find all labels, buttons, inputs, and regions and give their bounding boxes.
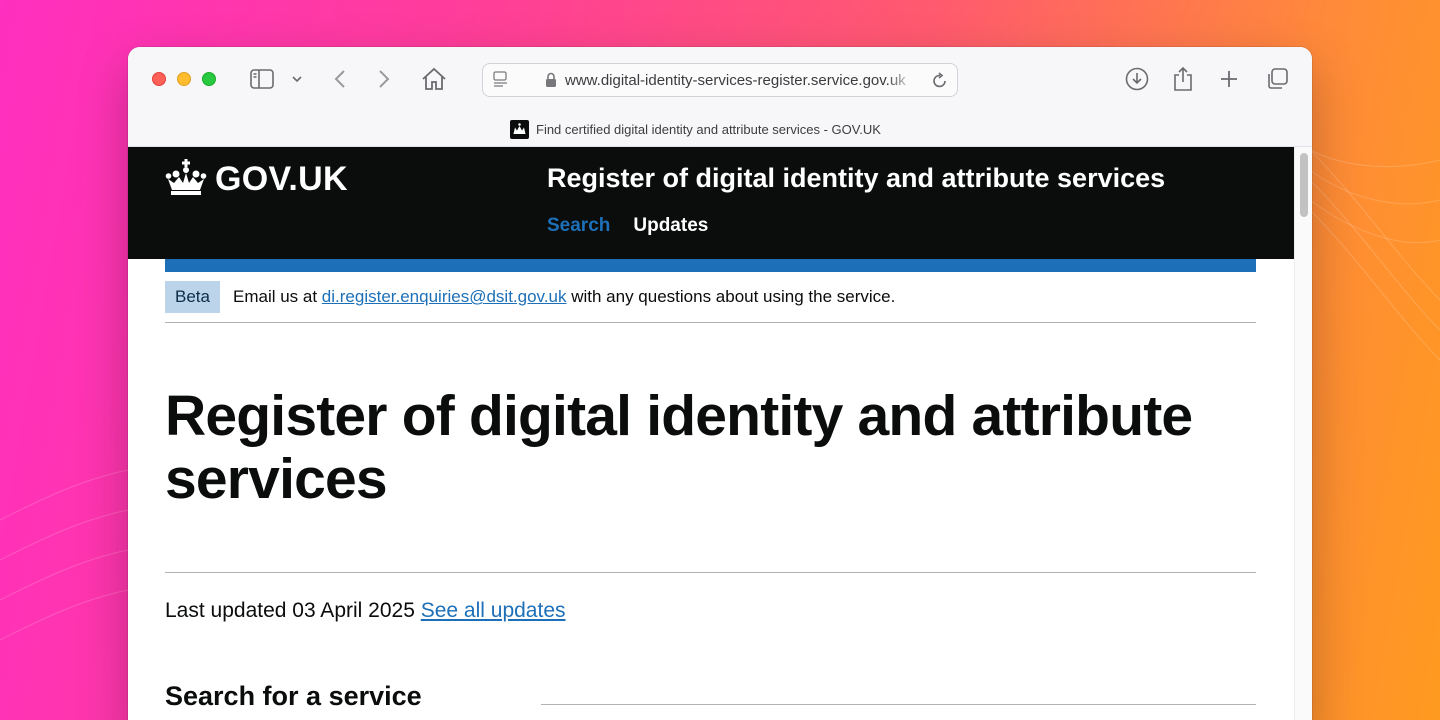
lock-icon xyxy=(545,72,557,93)
beta-tag: Beta xyxy=(165,281,220,313)
last-updated-label: Last updated 03 April 2025 xyxy=(165,599,415,622)
search-heading: Search for a service xyxy=(165,681,422,711)
crown-icon xyxy=(165,157,207,202)
page-title: Register of digital identity and attribu… xyxy=(165,384,1193,511)
govuk-favicon-icon xyxy=(510,120,529,139)
url-text: www.digital-identity-services-register.s… xyxy=(565,72,906,89)
section-divider xyxy=(165,572,1256,573)
see-all-updates-link[interactable]: See all updates xyxy=(421,599,566,622)
nav-search-link[interactable]: Search xyxy=(547,215,610,237)
chevron-down-icon[interactable] xyxy=(290,65,304,93)
phase-banner-text: Email us at di.register.enquiries@dsit.g… xyxy=(233,287,895,307)
govuk-logo-text: GOV.UK xyxy=(215,160,348,198)
nav-updates-link[interactable]: Updates xyxy=(633,215,708,237)
phase-banner: Beta Email us at di.register.enquiries@d… xyxy=(165,281,895,313)
browser-toolbar: www.digital-identity-services-register.s… xyxy=(128,47,1312,113)
share-icon[interactable] xyxy=(1171,65,1195,93)
forward-icon[interactable] xyxy=(374,65,394,93)
service-name-link[interactable]: Register of digital identity and attribu… xyxy=(547,163,1165,194)
tabs-icon[interactable] xyxy=(1264,65,1290,93)
download-icon[interactable] xyxy=(1124,65,1150,93)
minimize-window-button[interactable] xyxy=(177,72,191,86)
reader-icon[interactable] xyxy=(493,71,509,94)
reload-icon[interactable] xyxy=(932,72,948,94)
vertical-scrollbar[interactable] xyxy=(1294,147,1312,720)
govuk-header: GOV.UK Register of digital identity and … xyxy=(128,147,1294,259)
phase-banner-divider xyxy=(165,322,1256,323)
zoom-window-button[interactable] xyxy=(202,72,216,86)
page-content: GOV.UK Register of digital identity and … xyxy=(128,147,1294,720)
search-divider xyxy=(541,704,1256,705)
scrollbar-thumb[interactable] xyxy=(1300,153,1308,217)
browser-window: www.digital-identity-services-register.s… xyxy=(128,47,1312,720)
plus-icon[interactable] xyxy=(1218,65,1240,93)
back-icon[interactable] xyxy=(330,65,350,93)
header-blue-bar xyxy=(165,259,1256,272)
phase-text-before: Email us at xyxy=(232,287,322,306)
phase-text-after: with any questions about using the servi… xyxy=(566,287,896,306)
last-updated: Last updated 03 April 2025 See all updat… xyxy=(165,599,566,623)
tab-title[interactable]: Find certified digital identity and attr… xyxy=(536,122,881,137)
email-link[interactable]: di.register.enquiries@dsit.gov.uk xyxy=(322,287,567,306)
close-window-button[interactable] xyxy=(152,72,166,86)
header-navigation: Search Updates xyxy=(547,215,708,237)
govuk-logo[interactable]: GOV.UK xyxy=(165,157,348,202)
home-icon[interactable] xyxy=(420,65,448,93)
address-bar[interactable]: www.digital-identity-services-register.s… xyxy=(482,63,958,97)
sidebar-icon[interactable] xyxy=(248,65,276,93)
